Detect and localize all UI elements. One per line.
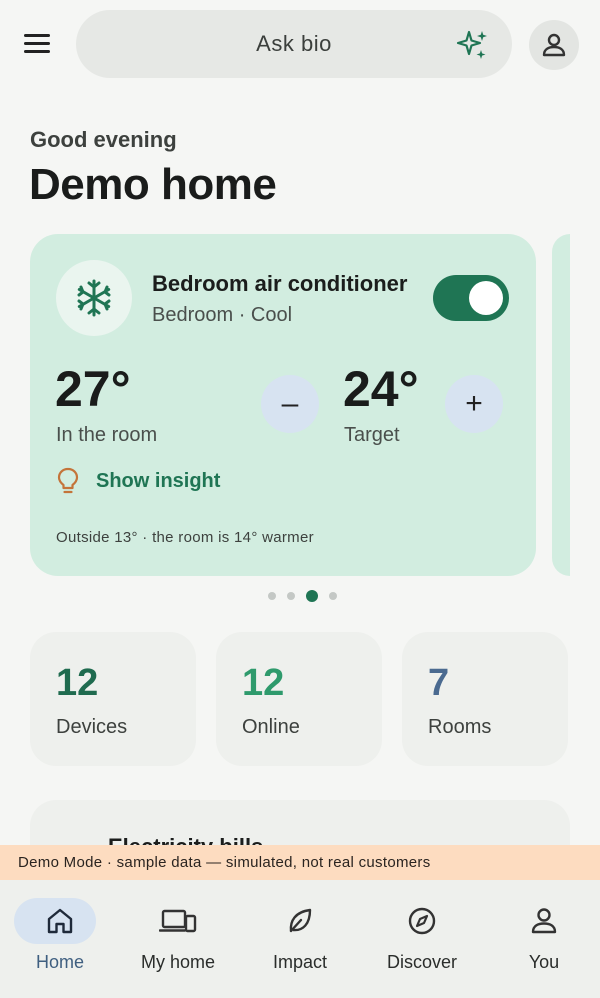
person-icon [542,33,566,57]
devices-icon [159,909,197,933]
target-temperature: 24° [343,361,419,417]
menu-button[interactable] [22,28,62,62]
demo-mode-banner: Demo Mode · sample data — simulated, not… [0,845,600,880]
profile-button[interactable] [529,20,579,70]
greeting-text: Good evening [30,127,177,152]
menu-icon [24,34,50,37]
bottom-navigation: Home My home Impact Discover You [0,880,600,998]
nav-label: Discover [386,952,457,972]
carousel-indicator [268,590,348,602]
stat-label: Online [242,716,300,738]
home-title: Demo home [29,160,277,209]
nav-label: You [528,952,560,972]
device-name: Bedroom air conditioner [152,271,408,296]
nav-item-home[interactable]: Home [0,880,120,998]
home-icon [47,908,73,934]
carousel-dot[interactable] [329,592,337,600]
stat-label: Devices [56,716,128,738]
ask-bio-placeholder: Ask bio [256,31,332,56]
ask-bio-search-bar[interactable]: Ask bio [76,10,512,78]
show-insight-label: Show insight [96,469,221,492]
compass-icon [408,907,436,935]
minus-icon: – [281,387,299,420]
current-temperature-label: In the room [56,424,158,446]
device-subtitle: Bedroom · Cool [152,304,293,326]
stat-value: 12 [242,662,285,704]
stat-value: 12 [56,662,99,704]
current-temperature: 27° [55,361,131,417]
nav-item-you[interactable]: You [484,880,600,998]
toggle-knob [469,281,503,315]
stat-tile-online[interactable]: 12 Online [216,632,382,766]
sparkle-icon[interactable] [456,28,490,62]
nav-label: Impact [272,952,328,972]
snowflake-icon [77,279,111,317]
device-icon-circle [56,260,132,336]
stat-value: 7 [428,662,450,704]
nav-label: My home [140,952,216,972]
person-icon [531,908,557,934]
outside-temperature-note: Outside 13° · the room is 14° warmer [56,529,314,546]
leaf-icon [289,908,312,933]
decrease-temperature-button[interactable]: – [261,375,319,433]
nav-item-my-home[interactable]: My home [118,880,238,998]
device-card[interactable]: Bedroom air conditioner Bedroom · Cool 2… [30,234,536,576]
carousel-dot-active[interactable] [306,590,318,602]
stat-tile-devices[interactable]: 12 Devices [30,632,196,766]
top-bar: Ask bio [0,0,600,90]
carousel-dot[interactable] [287,592,295,600]
nav-item-discover[interactable]: Discover [362,880,482,998]
nav-item-impact[interactable]: Impact [240,880,360,998]
lightbulb-icon [57,467,79,494]
stat-label: Rooms [428,716,492,738]
target-temperature-label: Target [344,424,400,446]
power-toggle[interactable] [433,275,509,321]
carousel-dot[interactable] [268,592,276,600]
stat-tile-rooms[interactable]: 7 Rooms [402,632,568,766]
plus-icon: + [465,387,483,420]
nav-label: Home [35,952,84,972]
show-insight-link[interactable]: Show insight [56,467,220,495]
increase-temperature-button[interactable]: + [445,375,503,433]
